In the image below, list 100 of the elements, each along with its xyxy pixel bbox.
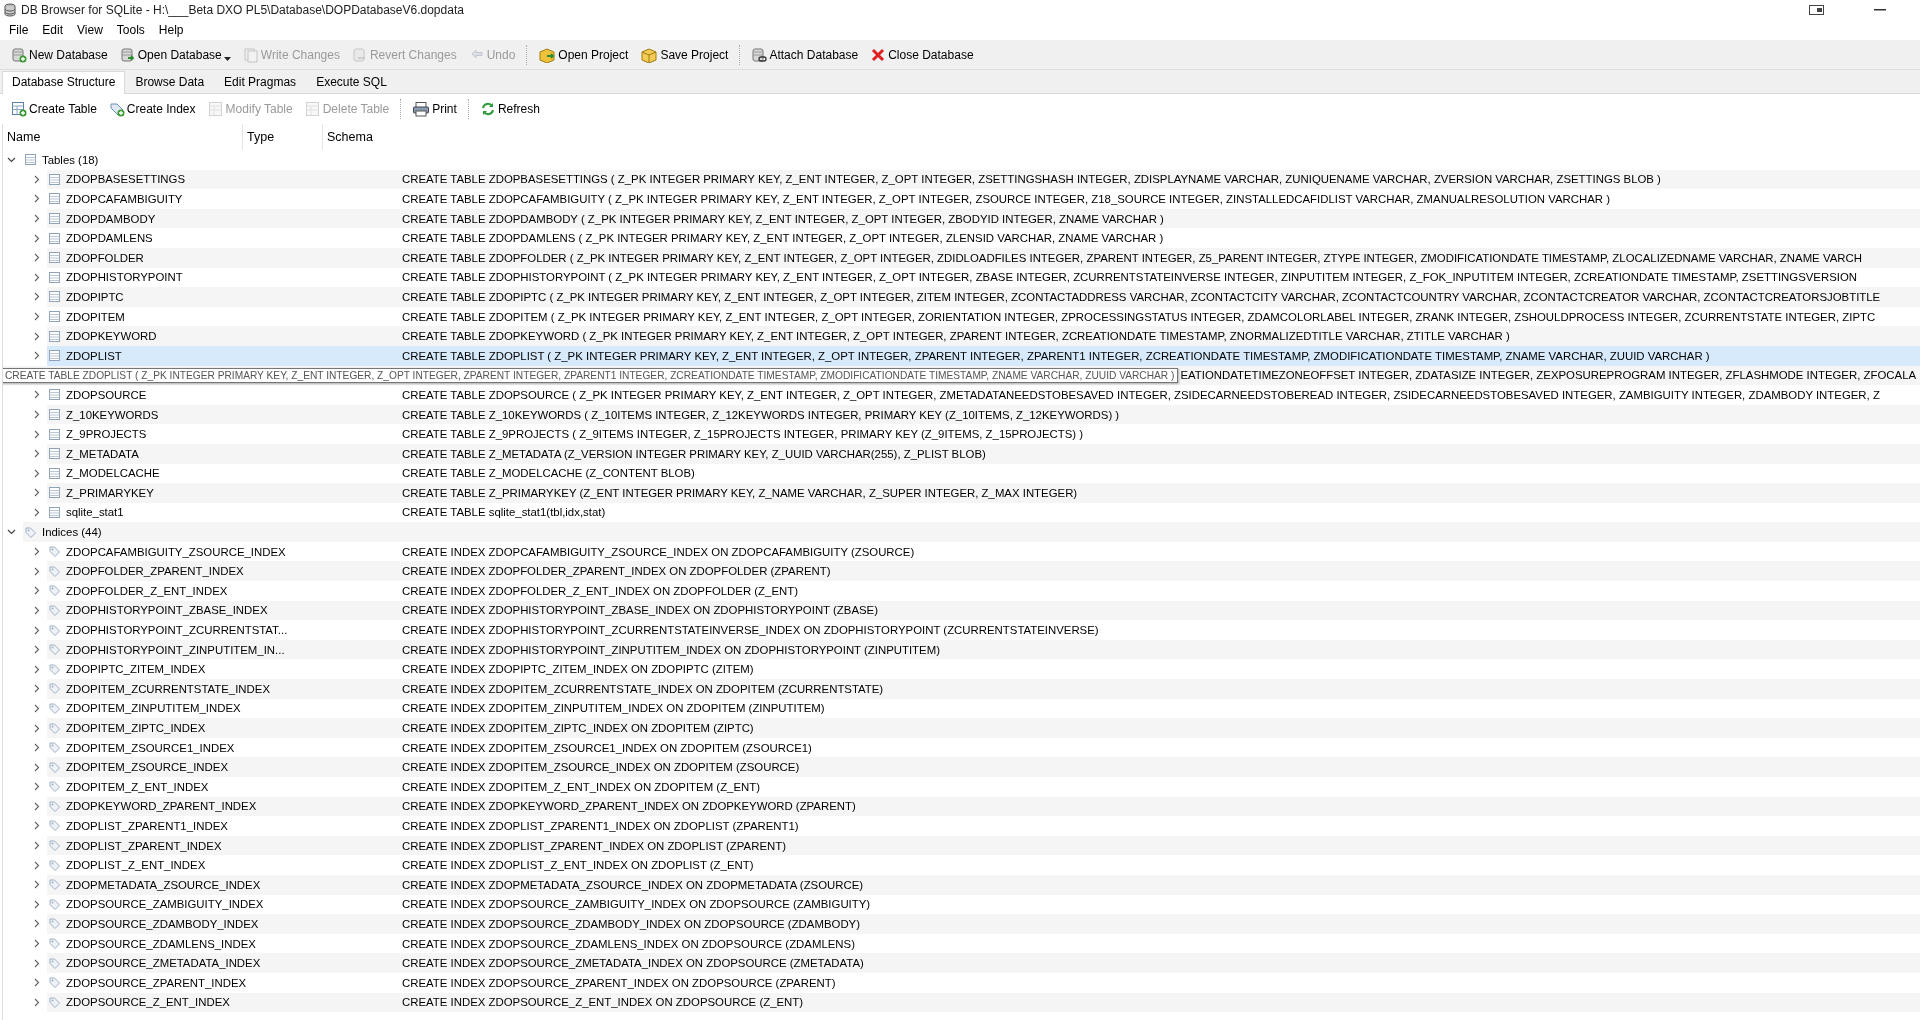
tree-item[interactable]: ZDOPSOURCE_Z_ENT_INDEX — [66, 996, 230, 1009]
column-header[interactable]: Name — [3, 124, 243, 150]
tag-icon — [49, 585, 60, 597]
tree-item[interactable]: ZDOPSOURCE — [66, 388, 147, 401]
menu-item[interactable]: Help — [151, 23, 191, 37]
toolbar-button[interactable]: Create Index — [103, 99, 201, 119]
tree-item[interactable]: ZDOPHISTORYPOINT_ZCURRENTSTAT... — [66, 624, 288, 637]
table-cell: CREATE TABLE Z_9PROJECTS ( Z_9ITEMS INTEGER, Z_15PROJECTS INTEGER, PRIMARY KEY (Z_9ITEMS, Z_15PROJECTS) ) — [402, 428, 1084, 441]
tag-icon — [49, 742, 60, 754]
toolbar-button[interactable]: New Database — [6, 44, 113, 65]
toolbar-button[interactable]: Save Project — [635, 44, 734, 65]
tree-item[interactable]: ZDOPKEYWORD — [66, 330, 157, 343]
table-cell: CREATE TABLE Z_10KEYWORDS ( Z_10ITEMS INTEGER, Z_12KEYWORDS INTEGER, PRIMARY KEY (Z_10ITEMS, Z_12KEYWORDS) ) — [402, 408, 1120, 421]
tab[interactable]: Browse Data — [125, 71, 215, 93]
toolbar-button[interactable]: Create Table — [6, 99, 102, 119]
table-cell: CREATE INDEX ZDOPFOLDER_ZPARENT_INDEX ON ZDOPFOLDER (ZPARENT) — [402, 565, 831, 578]
toolbar-button[interactable]: Close Database — [865, 44, 979, 65]
tree-item[interactable]: ZDOPMETADATA_ZSOURCE_INDEX — [66, 878, 261, 891]
minimize-icon[interactable] — [1874, 9, 1886, 11]
tree-item[interactable]: ZDOPHISTORYPOINT — [66, 271, 183, 284]
tree-item[interactable]: ZDOPLIST — [66, 349, 122, 362]
tab[interactable]: Execute SQL — [306, 71, 397, 93]
tree-item[interactable]: ZDOPLIST_Z_ENT_INDEX — [66, 859, 206, 872]
tree-item[interactable]: ZDOPITEM — [66, 310, 125, 323]
table-icon — [25, 154, 36, 166]
table-cell: CREATE TABLE ZDOPKEYWORD ( Z_PK INTEGER PRIMARY KEY, Z_ENT INTEGER, Z_OPT INTEGER, ZPARENT INTEGER, ZCREATIONDATE TIMESTAMP, ZNORMALIZEDTITLE VARCHAR, ZTITLE VARCHAR ) — [402, 330, 1510, 343]
tree-item[interactable]: ZDOPITEM_Z_ENT_INDEX — [66, 780, 209, 793]
toolbar-button[interactable]: Refresh — [474, 99, 545, 119]
menu-item[interactable]: Edit — [35, 23, 71, 37]
tree-item[interactable]: Z_10KEYWORDS — [66, 408, 159, 421]
menu-item[interactable]: View — [70, 23, 110, 37]
tree-item[interactable]: ZDOPHISTORYPOINT_ZINPUTITEM_IN... — [66, 643, 285, 656]
table-cell: CREATE INDEX ZDOPLIST_ZPARENT1_INDEX ON ZDOPLIST (ZPARENT1) — [402, 820, 799, 832]
box-icon — [640, 46, 659, 63]
tag-icon — [49, 859, 60, 871]
table-cell: CREATE INDEX ZDOPITEM_ZSOURCE_INDEX ON ZDOPITEM (ZSOURCE) — [402, 761, 800, 774]
tree-item[interactable]: ZDOPCAFAMBIGUITY — [66, 193, 183, 205]
tree-item[interactable]: ZDOPIPTC — [66, 290, 124, 303]
table-cell: CREATE TABLE ZDOPITEM ( Z_PK INTEGER PRIMARY KEY, Z_ENT INTEGER, Z_OPT INTEGER, ZORIENTATION INTEGER, ZPROCESSINGSTATUS INTEGER, ZDAMCOLORLABEL INTEGER, ZRANK INTEGER, ZSHOULDPROCESS INTEGER, ZCURRENTSTATE INTEGER, ZIPTC — [402, 310, 1876, 323]
tab[interactable]: Edit Pragmas — [214, 71, 307, 93]
menu-item[interactable]: Tools — [109, 23, 152, 37]
tree-item[interactable]: ZDOPSOURCE_ZPARENT_INDEX — [66, 976, 247, 989]
table-cell: CREATE INDEX ZDOPITEM_ZCURRENTSTATE_INDEX ON ZDOPITEM (ZCURRENTSTATE) — [402, 682, 884, 695]
tree-item[interactable]: ZDOPITEM_ZSOURCE1_INDEX — [66, 741, 235, 754]
app-icon — [4, 3, 16, 17]
tree-item[interactable]: ZDOPITEM_ZSOURCE_INDEX — [66, 761, 229, 774]
printer-icon — [412, 101, 431, 117]
table-plus-icon — [11, 101, 27, 117]
tree-item[interactable]: ZDOPKEYWORD_ZPARENT_INDEX — [66, 800, 257, 813]
toolbar-button[interactable]: Open Database — [114, 44, 236, 65]
table-icon — [304, 101, 321, 117]
tree-item[interactable]: ZDOPITEM_ZINPUTITEM_INDEX — [66, 702, 241, 715]
table-cell: CREATE TABLE sqlite_stat1(tbl,idx,stat) — [402, 506, 606, 519]
tree-item[interactable]: ZDOPFOLDER_Z_ENT_INDEX — [66, 584, 228, 597]
tree-item[interactable]: ZDOPCAFAMBIGUITY_ZSOURCE_INDEX — [66, 545, 286, 558]
toolbar-button[interactable]: Open Project — [533, 44, 634, 65]
tree-item[interactable]: ZDOPSOURCE_ZMETADATA_INDEX — [66, 957, 261, 970]
selected-row[interactable] — [47, 345, 1920, 366]
tree-item[interactable]: Indices (44) — [42, 526, 102, 539]
tab[interactable]: Database Structure — [2, 71, 126, 94]
tree-item[interactable]: ZDOPLIST_ZPARENT_INDEX — [66, 839, 222, 852]
column-header[interactable]: Type — [243, 124, 323, 150]
tree-item[interactable]: ZDOPITEM_ZCURRENTSTATE_INDEX — [66, 682, 270, 695]
tree-item[interactable]: ZDOPFOLDER — [66, 251, 144, 264]
tree-item[interactable]: ZDOPFOLDER_ZPARENT_INDEX — [66, 565, 244, 578]
table-cell: CREATE TABLE ZDOPDAMLENS ( Z_PK INTEGER PRIMARY KEY, Z_ENT INTEGER, Z_OPT INTEGER, ZLENSID VARCHAR, ZNAME VARCHAR ) — [402, 232, 1164, 245]
toolbar-button[interactable]: Attach Database — [746, 44, 864, 65]
tree-item[interactable]: ZDOPBASESETTINGS — [66, 173, 185, 186]
tree-item[interactable]: Z_METADATA — [66, 447, 139, 460]
table-cell: CREATE INDEX ZDOPSOURCE_ZMETADATA_INDEX ON ZDOPSOURCE (ZMETADATA) — [402, 957, 864, 970]
column-header[interactable]: Schema — [323, 124, 1920, 150]
table-icon — [49, 350, 60, 362]
tree-item[interactable]: ZDOPSOURCE_ZDAMBODY_INDEX — [66, 917, 259, 930]
tree-item[interactable]: Z_9PROJECTS — [66, 428, 147, 441]
tree-item[interactable]: sqlite_stat1 — [66, 506, 124, 519]
tree-item[interactable]: Z_MODELCACHE — [66, 467, 160, 480]
table-cell: CREATE TABLE Z_PRIMARYKEY (Z_ENT INTEGER PRIMARY KEY, Z_NAME VARCHAR, Z_SUPER INTEGER, Z_MAX INTEGER) — [402, 486, 1078, 499]
tree-item[interactable]: ZDOPHISTORYPOINT_ZBASE_INDEX — [66, 604, 268, 617]
table-cell: CREATE INDEX ZDOPITEM_ZSOURCE1_INDEX ON ZDOPITEM (ZSOURCE1) — [402, 741, 812, 754]
table-cell: CREATE INDEX ZDOPSOURCE_ZDAMLENS_INDEX ON ZDOPSOURCE (ZDAMLENS) — [402, 937, 855, 950]
tree-item[interactable]: Z_PRIMARYKEY — [66, 486, 154, 499]
table-cell: CREATE INDEX ZDOPSOURCE_ZAMBIGUITY_INDEX ON ZDOPSOURCE (ZAMBIGUITY) — [402, 898, 871, 911]
tree-item[interactable]: ZDOPITEM_ZIPTC_INDEX — [66, 722, 206, 734]
tree-item[interactable]: ZDOPDAMBODY — [66, 212, 156, 225]
window-mode-icon[interactable] — [1809, 5, 1824, 15]
tree-item[interactable]: ZDOPSOURCE_ZAMBIGUITY_INDEX — [66, 898, 264, 911]
tree-item[interactable]: ZDOPDAMLENS — [66, 232, 153, 245]
tree-item[interactable]: Tables (18) — [42, 153, 99, 166]
menu-item[interactable]: File — [2, 23, 36, 37]
table-icon — [49, 507, 60, 518]
tree-item[interactable]: ZDOPLIST_ZPARENT1_INDEX — [66, 820, 228, 832]
table-cell: CREATE INDEX ZDOPSOURCE_ZDAMBODY_INDEX ON ZDOPSOURCE (ZDAMBODY) — [402, 917, 860, 930]
pages-icon — [242, 46, 259, 63]
toolbar-button[interactable]: Print — [407, 99, 462, 119]
tree-item[interactable]: ZDOPSOURCE_ZDAMLENS_INDEX — [66, 937, 256, 950]
table-cell-text: EATIONDATETIMEZONEOFFSET INTEGER, ZDATASIZE INTEGER, ZEXPOSUREPROGRAM INTEGER, ZFLASHMODE INTEGER, ZFOCALA — [1179, 369, 1917, 382]
tag-icon — [49, 663, 60, 675]
table-cell: CREATE TABLE ZDOPBASESETTINGS ( Z_PK INTEGER PRIMARY KEY, Z_ENT INTEGER, Z_OPT INTEGER, ZSETTINGSHASH INTEGER, ZDISPLAYNAME VARCHAR, ZUNIQUENAME VARCHAR, ZVERSION VARCHAR, ZSETTINGS BLOB ) — [402, 173, 1661, 186]
table-cell: CREATE INDEX ZDOPLIST_ZPARENT_INDEX ON ZDOPLIST (ZPARENT) — [402, 839, 786, 852]
tree-item[interactable]: ZDOPIPTC_ZITEM_INDEX — [66, 663, 206, 676]
